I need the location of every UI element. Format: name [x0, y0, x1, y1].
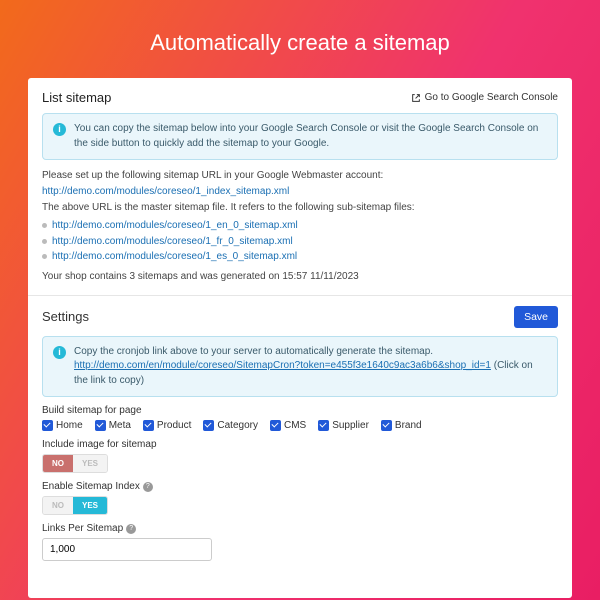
master-sitemap-link[interactable]: http://demo.com/modules/coreseo/1_index_…	[42, 186, 289, 197]
cron-alert-pre: Copy the cronjob link above to your serv…	[74, 346, 433, 357]
gsc-link-label: Go to Google Search Console	[425, 92, 558, 103]
check-category[interactable]: Category	[203, 420, 258, 431]
page-title: Automatically create a sitemap	[0, 0, 600, 78]
help-icon[interactable]: ?	[143, 482, 153, 492]
include-image-label: Include image for sitemap	[42, 439, 558, 450]
settings-header: Settings Save	[42, 306, 558, 328]
checkbox-icon	[270, 420, 281, 431]
go-to-gsc-link[interactable]: Go to Google Search Console	[411, 92, 558, 103]
info-icon: i	[53, 123, 66, 136]
save-button[interactable]: Save	[514, 306, 558, 328]
links-per-input[interactable]	[42, 538, 212, 561]
sitemap-summary: Your shop contains 3 sitemaps and was ge…	[42, 269, 558, 285]
checkbox-icon	[42, 420, 53, 431]
gsc-info-alert: i You can copy the sitemap below into yo…	[42, 113, 558, 160]
sub-sitemap-intro: The above URL is the master sitemap file…	[42, 200, 558, 216]
sub-sitemap-list: http://demo.com/modules/coreseo/1_en_0_s…	[42, 218, 558, 265]
check-meta[interactable]: Meta	[95, 420, 131, 431]
cron-alert-body: Copy the cronjob link above to your serv…	[74, 345, 547, 389]
external-link-icon	[411, 93, 421, 103]
check-brand[interactable]: Brand	[381, 420, 422, 431]
sub-sitemap-link[interactable]: http://demo.com/modules/coreseo/1_es_0_s…	[52, 251, 297, 262]
build-sitemap-label: Build sitemap for page	[42, 405, 558, 416]
check-supplier[interactable]: Supplier	[318, 420, 369, 431]
help-icon[interactable]: ?	[126, 524, 136, 534]
toggle-yes: Yes	[73, 497, 107, 514]
checkbox-icon	[143, 420, 154, 431]
checkbox-icon	[318, 420, 329, 431]
sub-sitemap-link[interactable]: http://demo.com/modules/coreseo/1_fr_0_s…	[52, 236, 293, 247]
list-sitemap-header: List sitemap Go to Google Search Console	[42, 90, 558, 105]
info-icon: i	[53, 346, 66, 359]
checkbox-icon	[203, 420, 214, 431]
enable-index-label: Enable Sitemap Index ?	[42, 481, 558, 492]
main-panel: List sitemap Go to Google Search Console…	[28, 78, 572, 598]
settings-title: Settings	[42, 309, 89, 324]
check-home[interactable]: Home	[42, 420, 83, 431]
check-product[interactable]: Product	[143, 420, 191, 431]
build-sitemap-checks: Home Meta Product Category CMS Supplier …	[42, 420, 558, 431]
check-cms[interactable]: CMS	[270, 420, 306, 431]
section-divider	[28, 295, 572, 296]
checkbox-icon	[381, 420, 392, 431]
toggle-no: No	[43, 497, 73, 514]
enable-index-toggle[interactable]: No Yes	[42, 496, 108, 515]
cron-url-link[interactable]: http://demo.com/en/module/coreseo/Sitema…	[74, 360, 491, 371]
toggle-yes: Yes	[73, 455, 107, 472]
links-per-label: Links Per Sitemap ?	[42, 523, 558, 534]
gsc-alert-text: You can copy the sitemap below into your…	[74, 122, 547, 151]
setup-instruction: Please set up the following sitemap URL …	[42, 168, 558, 184]
cron-info-alert: i Copy the cronjob link above to your se…	[42, 336, 558, 398]
checkbox-icon	[95, 420, 106, 431]
list-sitemap-title: List sitemap	[42, 90, 111, 105]
include-image-toggle[interactable]: No Yes	[42, 454, 108, 473]
sub-sitemap-link[interactable]: http://demo.com/modules/coreseo/1_en_0_s…	[52, 220, 298, 231]
toggle-no: No	[43, 455, 73, 472]
